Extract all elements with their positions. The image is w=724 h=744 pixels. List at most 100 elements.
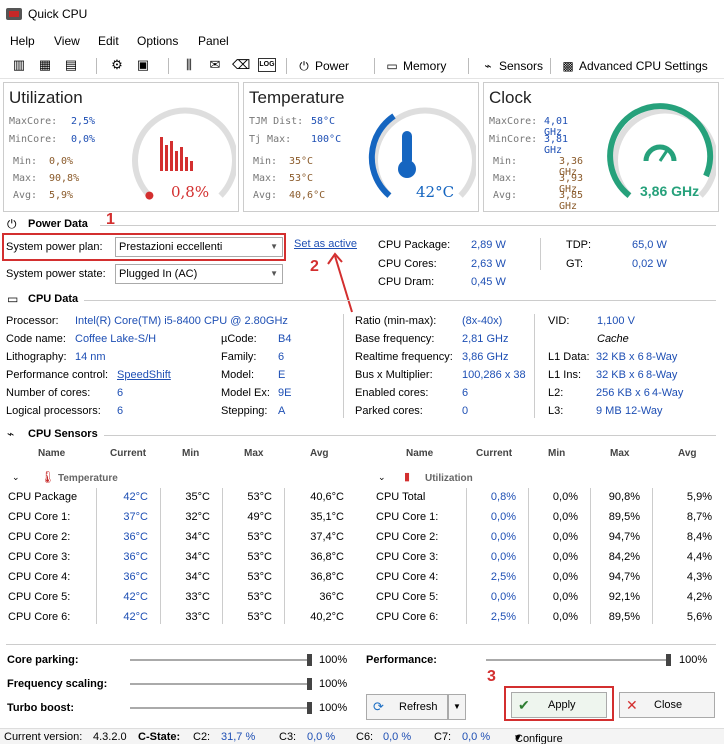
temperature-table-cell: CPU Core 1: xyxy=(8,511,71,523)
util-min: 0,0% xyxy=(49,156,74,167)
turbo-boost-slider[interactable] xyxy=(130,707,310,709)
utilization-table-cell: 2,5% xyxy=(490,571,516,583)
temperature-table-cell: 42°C xyxy=(123,491,148,503)
temperature-table-cell: 42°C xyxy=(123,611,148,623)
utilization-table-cell: 8,7% xyxy=(686,511,712,523)
utilization-table-cell: CPU Core 4: xyxy=(376,571,439,583)
util-mincore: 0,0% xyxy=(71,134,96,145)
performance-thumb[interactable] xyxy=(666,654,671,666)
core-parking-thumb[interactable] xyxy=(307,654,312,666)
configure-menu[interactable]: Configure ▾ xyxy=(515,731,563,744)
temp-gauge-value: 42°C xyxy=(416,183,455,201)
temperature-table-cell: 32°C xyxy=(185,511,210,523)
speedshift-link[interactable]: SpeedShift xyxy=(117,369,171,381)
temperature-table-cell: 33°C xyxy=(185,591,210,603)
utilization-table-cell: 0,0% xyxy=(490,551,516,563)
utilization-table-cell: CPU Core 2: xyxy=(376,531,439,543)
monitor-icon: ▭ xyxy=(7,292,19,306)
chevron-down-icon: ▼ xyxy=(270,242,278,251)
utilization-group-label: Utilization xyxy=(425,473,473,484)
refresh-dropdown[interactable]: ▼ xyxy=(448,694,466,720)
refresh-button[interactable]: ⟳ Refresh xyxy=(366,694,448,720)
utilization-table-cell: 8,4% xyxy=(686,531,712,543)
utilization-table-cell: 0,8% xyxy=(490,491,516,503)
utilization-table-cell: CPU Core 1: xyxy=(376,511,439,523)
utilization-panel: Utilization MaxCore: 2,5% MinCore: 0,0% Mi… xyxy=(3,82,239,212)
performance-slider[interactable] xyxy=(486,659,669,661)
bar-chart-medium-icon[interactable]: ▦ xyxy=(36,57,54,73)
memory-icon: ▭ xyxy=(386,59,398,73)
chevron-down-icon[interactable]: ⌄ xyxy=(12,472,20,483)
core-parking-label: Core parking: xyxy=(7,654,79,666)
temperature-table-cell: 49°C xyxy=(247,511,272,523)
frequency-scaling-slider[interactable] xyxy=(130,683,310,685)
bar-chart-large-icon[interactable]: ▤ xyxy=(62,57,80,73)
base-frequency: 2,81 GHz xyxy=(462,333,509,345)
power-plan-select[interactable]: Prestazioni eccellenti ▼ xyxy=(115,237,283,257)
c6-value: 0,0 % xyxy=(383,731,412,743)
utilization-table-cell: 92,1% xyxy=(608,591,640,603)
temperature-table-cell: 53°C xyxy=(247,611,272,623)
eraser-icon[interactable]: ⌫ xyxy=(232,57,250,73)
logical-processors: 6 xyxy=(117,405,124,417)
temperature-table-cell: 40,6°C xyxy=(310,491,344,503)
utilization-table-cell: 0,0% xyxy=(552,571,578,583)
util-gauge-indicator xyxy=(145,191,154,200)
utilization-table-cell: 84,2% xyxy=(608,551,640,563)
close-icon: ✕ xyxy=(626,697,638,713)
utilization-table-cell: 4,2% xyxy=(686,591,712,603)
menu-view[interactable]: View xyxy=(54,34,80,48)
power-plan-label: System power plan: xyxy=(6,241,103,253)
temperature-panel: Temperature TJM Dist: 58°C Tj Max: 100°C M… xyxy=(243,82,479,212)
utilization-table-cell: 5,6% xyxy=(686,611,712,623)
log-icon[interactable]: LOG xyxy=(258,58,276,72)
cpu-package-power: 2,89 W xyxy=(471,239,506,251)
utilization-table-cell: 89,5% xyxy=(608,511,640,523)
utilization-table-cell: 5,9% xyxy=(686,491,712,503)
frequency-scaling-value: 100% xyxy=(319,678,348,690)
utilization-table-cell: 0,0% xyxy=(552,591,578,603)
annotation-arrow xyxy=(327,252,353,313)
utilization-title: Utilization xyxy=(9,88,83,107)
utilization-table-cell: CPU Total xyxy=(376,491,426,503)
apply-button[interactable]: ✔ Apply xyxy=(511,692,607,718)
turbo-boost-thumb[interactable] xyxy=(307,702,312,714)
menu-panel[interactable]: Panel xyxy=(198,34,229,48)
code-name: Coffee Lake-S/H xyxy=(75,333,157,345)
power-state-select[interactable]: Plugged In (AC) ▼ xyxy=(115,264,283,284)
memory-button[interactable]: ▭ Memory xyxy=(384,57,446,75)
temperature-table-cell: 53°C xyxy=(247,571,272,583)
core-parking-value: 100% xyxy=(319,654,348,666)
advanced-cpu-settings-button[interactable]: ▩ Advanced CPU Settings xyxy=(560,57,707,75)
frequency-scaling-thumb[interactable] xyxy=(307,678,312,690)
chart-cpu-icon[interactable]: ⫼ xyxy=(180,57,198,73)
annotation-3: 3 xyxy=(487,668,496,685)
utilization-table-cell: 0,0% xyxy=(552,511,578,523)
clock-panel: Clock MaxCore: 4,01 GHz MinCore: 3,81 GHz … xyxy=(483,82,719,212)
close-button[interactable]: ✕ Close xyxy=(619,692,715,718)
temperature-table-cell: 37,4°C xyxy=(310,531,344,543)
sensors-button[interactable]: ⌁ Sensors xyxy=(480,57,543,75)
thermometer-icon xyxy=(398,131,416,178)
lithography: 14 nm xyxy=(75,351,106,363)
message-icon[interactable]: ✉ xyxy=(206,57,224,73)
performance-value: 100% xyxy=(679,654,708,666)
temperature-table-cell: 34°C xyxy=(185,551,210,563)
temperature-table-cell: 42°C xyxy=(123,591,148,603)
status-bar: Current version: 4.3.2.0 C-State: C2: 31… xyxy=(0,728,724,744)
chevron-down-icon[interactable]: ⌄ xyxy=(378,472,386,483)
core-parking-slider[interactable] xyxy=(130,659,310,661)
bar-chart-small-icon[interactable]: ▥ xyxy=(10,57,28,73)
temperature-table-cell: 35°C xyxy=(185,491,210,503)
menu-help[interactable]: Help xyxy=(10,34,35,48)
utilization-table-cell: CPU Core 6: xyxy=(376,611,439,623)
chevron-down-icon: ▼ xyxy=(453,702,461,711)
menu-options[interactable]: Options xyxy=(137,34,178,48)
utilization-table-cell: 0,0% xyxy=(552,531,578,543)
power-button[interactable]: ⏻ Power xyxy=(296,57,349,75)
utilization-table-cell: 89,5% xyxy=(608,611,640,623)
menu-edit[interactable]: Edit xyxy=(98,34,119,48)
gear-icon[interactable]: ⚙ xyxy=(108,57,126,73)
picture-icon[interactable]: ▣ xyxy=(134,57,152,73)
temperature-table-cell: CPU Package xyxy=(8,491,78,503)
